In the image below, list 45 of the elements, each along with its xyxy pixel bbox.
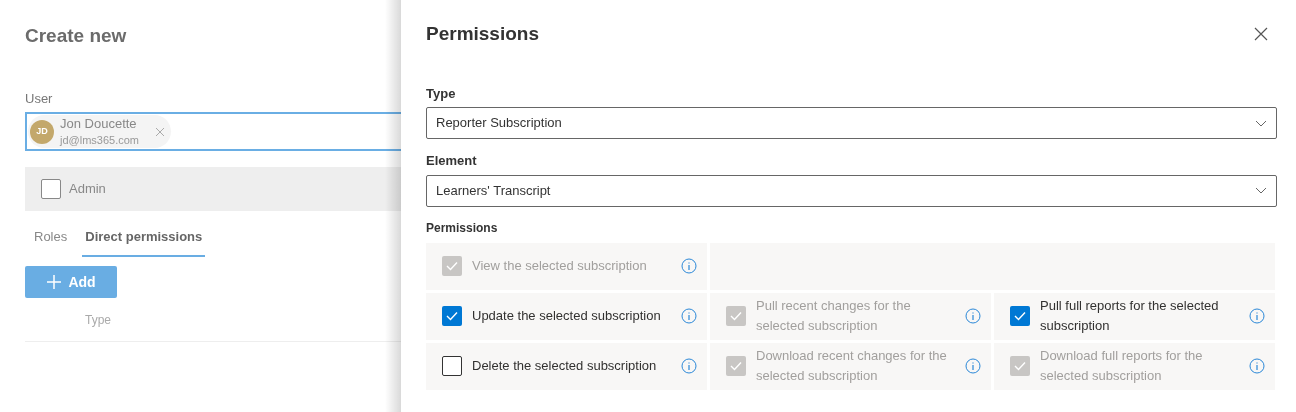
checkmark-icon [730, 361, 742, 371]
field-label: User [25, 89, 54, 108]
checkmark-icon [446, 261, 458, 271]
checkbox[interactable] [1010, 306, 1030, 326]
field-label: Element [426, 152, 478, 170]
close-icon[interactable] [1254, 27, 1268, 42]
info-icon[interactable] [681, 258, 697, 274]
chevron-down-icon [1255, 187, 1267, 194]
info-icon[interactable] [681, 308, 697, 324]
info-icon[interactable] [681, 358, 697, 374]
column-header: Type [85, 311, 111, 329]
checkmark-icon [1014, 311, 1026, 321]
chevron-down-icon [1255, 119, 1267, 127]
checkbox-label: Pull recent changes for the selected subscription [756, 297, 912, 335]
section-label: Permissions [426, 219, 499, 237]
checkbox-label: Update the selected subscription [472, 307, 662, 325]
info-icon[interactable] [1249, 308, 1265, 324]
avatar: JD [30, 119, 54, 144]
checkbox-label: Admin [69, 180, 106, 199]
checkbox-label: Delete the selected subscription [472, 357, 658, 375]
plus-icon [46, 274, 63, 290]
dialog-title: Permissions [426, 22, 539, 46]
tab[interactable]: Direct permissions [82, 219, 206, 257]
info-icon[interactable] [1249, 358, 1265, 374]
checkbox[interactable] [442, 356, 462, 376]
user-chip[interactable]: JD Jon Doucette jd@lms365.com [28, 115, 172, 148]
checkbox[interactable] [442, 306, 462, 326]
type-dropdown[interactable]: Reporter Subscription [426, 107, 1277, 139]
checkbox-label: View the selected subscription [472, 257, 648, 275]
add-button[interactable]: Add [25, 266, 117, 298]
field-label: Type [426, 84, 457, 103]
checkbox-label: Download full reports for the selected subscription [1040, 347, 1204, 385]
checkbox-label: Pull full reports for the selected subscription [1040, 297, 1220, 335]
info-icon[interactable] [965, 358, 981, 374]
checkmark-icon [446, 311, 458, 321]
checkmark-icon [1014, 361, 1026, 371]
tab[interactable]: Roles [31, 219, 71, 257]
checkbox-label: Download recent changes for the selected subscription [756, 347, 948, 385]
element-dropdown[interactable]: Learners' Transcript [426, 174, 1277, 207]
user-name: Jon Doucette [60, 115, 138, 132]
checkmark-icon [730, 311, 742, 321]
user-email: jd@lms365.com [60, 132, 140, 148]
info-icon[interactable] [965, 308, 981, 324]
page-title: Create new [25, 24, 128, 48]
checkbox[interactable] [41, 179, 61, 199]
